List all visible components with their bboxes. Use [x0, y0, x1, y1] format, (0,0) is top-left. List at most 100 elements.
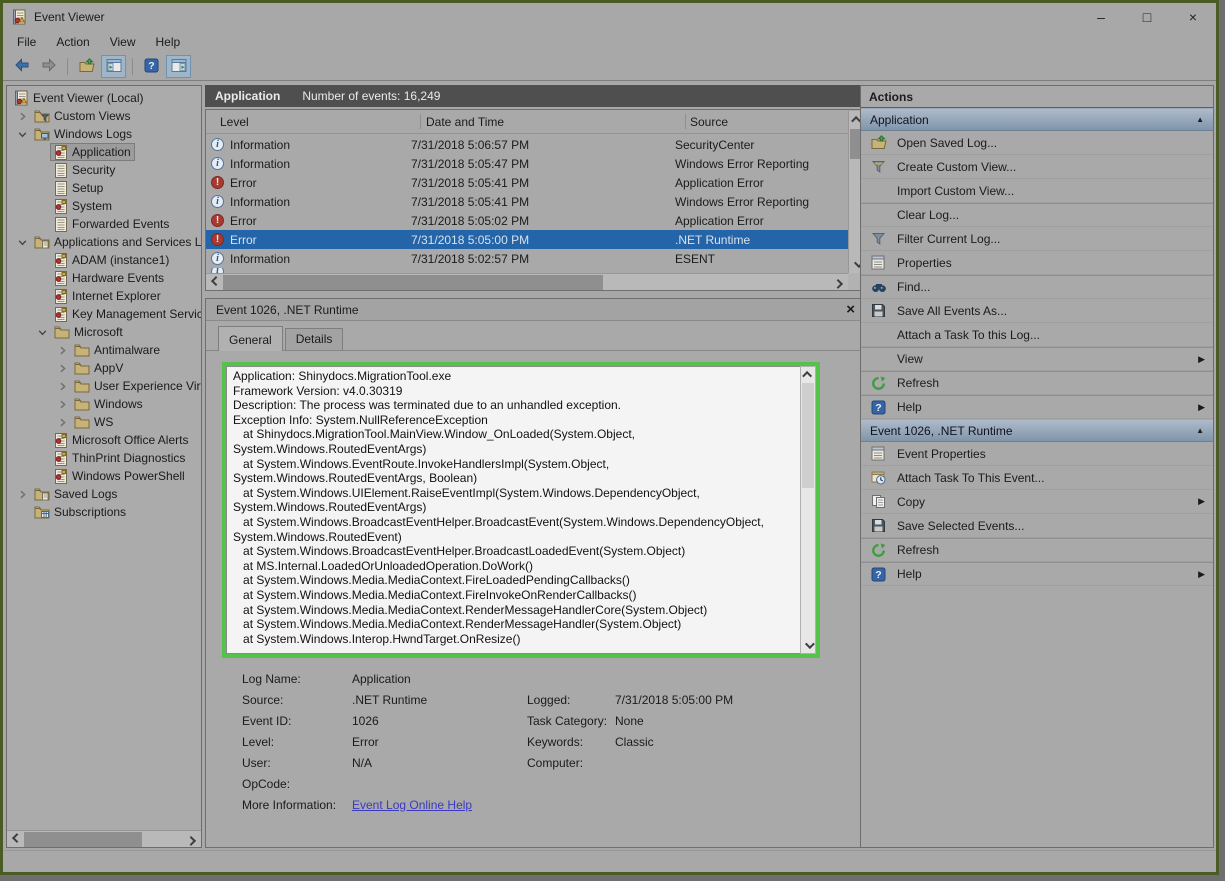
event-row-selected[interactable]: !Error7/31/2018 5:05:00 PM.NET Runtime	[206, 230, 848, 249]
action-find[interactable]: Find...	[861, 275, 1213, 299]
action-clear-log[interactable]: Clear Log...	[861, 203, 1213, 227]
chevron-right-icon[interactable]	[55, 345, 70, 356]
action-save-selected-events[interactable]: Save Selected Events...	[861, 514, 1213, 538]
scroll-right-button[interactable]	[184, 831, 201, 848]
chevron-right-icon[interactable]	[55, 399, 70, 410]
action-copy[interactable]: Copy▶	[861, 490, 1213, 514]
event-list-horizontal-scrollbar[interactable]	[206, 273, 848, 290]
chevron-right-icon[interactable]	[55, 417, 70, 428]
event-row[interactable]: iInformation7/31/2018 5:02:57 PMESENT	[206, 249, 848, 268]
action-view[interactable]: View▶	[861, 347, 1213, 371]
tree-item-subscriptions[interactable]: Subscriptions	[7, 503, 201, 521]
column-header-source[interactable]: Source	[690, 110, 728, 134]
tree-item-applications-and-services-lo[interactable]: Applications and Services Lo	[7, 233, 201, 251]
tree-item-microsoft[interactable]: Microsoft	[7, 323, 201, 341]
tree-item-user-experience-virtua[interactable]: User Experience Virtua	[7, 377, 201, 395]
toolbar-back-arrow-button[interactable]	[9, 55, 34, 78]
tree-item-thinprint-diagnostics[interactable]: ThinPrint Diagnostics	[7, 449, 201, 467]
toolbar-forward-arrow-button[interactable]	[36, 55, 61, 78]
tree-item-windows-logs[interactable]: Windows Logs	[7, 125, 201, 143]
event-row[interactable]: iInformation7/31/2018 5:06:57 PMSecurity…	[206, 135, 848, 154]
collapse-icon[interactable]: ▲	[1196, 426, 1204, 435]
tree-item-system[interactable]: System	[7, 197, 201, 215]
action-filter-current-log[interactable]: Filter Current Log...	[861, 227, 1213, 251]
close-button[interactable]: ×	[1170, 3, 1216, 31]
menu-file[interactable]: File	[7, 32, 46, 52]
action-event-properties[interactable]: Event Properties	[861, 442, 1213, 466]
tree-item-key-management-service[interactable]: Key Management Service	[7, 305, 201, 323]
actions-section-header-event-1026-net-runtime[interactable]: Event 1026, .NET Runtime▲	[861, 419, 1213, 442]
action-create-custom-view[interactable]: Create Custom View...	[861, 155, 1213, 179]
tree-item-hardware-events[interactable]: Hardware Events	[7, 269, 201, 287]
tree-item-custom-views[interactable]: Custom Views	[7, 107, 201, 125]
scroll-left-button[interactable]	[7, 831, 24, 848]
action-save-all-events-as[interactable]: Save All Events As...	[861, 299, 1213, 323]
action-refresh[interactable]: Refresh	[861, 538, 1213, 562]
collapse-icon[interactable]: ▲	[1196, 115, 1204, 124]
actions-section-header-application[interactable]: Application▲	[861, 108, 1213, 131]
chevron-right-icon[interactable]	[55, 363, 70, 374]
tree-item-windows[interactable]: Windows	[7, 395, 201, 413]
tree-item-internet-explorer[interactable]: Internet Explorer	[7, 287, 201, 305]
tab-details[interactable]: Details	[285, 328, 344, 350]
scroll-down-button[interactable]	[801, 638, 815, 653]
action-help[interactable]: ?Help▶	[861, 562, 1213, 586]
toolbar-open-folder-button[interactable]	[74, 55, 99, 78]
column-header-level[interactable]: Level	[220, 110, 249, 134]
action-help[interactable]: ?Help▶	[861, 395, 1213, 419]
scroll-left-button[interactable]	[206, 274, 223, 291]
tree-item-setup[interactable]: Setup	[7, 179, 201, 197]
scroll-right-button[interactable]	[831, 274, 848, 291]
tree-item-label: Custom Views	[54, 109, 130, 123]
menu-action[interactable]: Action	[46, 32, 99, 52]
minimize-button[interactable]: –	[1078, 3, 1124, 31]
event-row[interactable]: !Error7/31/2018 5:05:41 PMApplication Er…	[206, 173, 848, 192]
scrollbar-thumb[interactable]	[802, 383, 814, 488]
field-value: 7/31/2018 5:05:00 PM	[615, 693, 865, 707]
toolbar-console-tree-button[interactable]	[101, 55, 126, 78]
action-attach-a-task-to-this-log[interactable]: Attach a Task To this Log...	[861, 323, 1213, 347]
menu-help[interactable]: Help	[146, 32, 191, 52]
menu-view[interactable]: View	[100, 32, 146, 52]
chevron-down-icon[interactable]	[35, 327, 50, 338]
toolbar-action-pane-button[interactable]	[166, 55, 191, 78]
scrollbar-thumb[interactable]	[223, 275, 603, 290]
tree-item-security[interactable]: Security	[7, 161, 201, 179]
tree-item-event-viewer-local[interactable]: Event Viewer (Local)	[7, 89, 201, 107]
chevron-down-icon[interactable]	[15, 129, 30, 140]
tree-horizontal-scrollbar[interactable]	[7, 830, 201, 847]
scrollbar-thumb[interactable]	[24, 832, 142, 847]
action-attach-task-to-this-event[interactable]: Attach Task To This Event...	[861, 466, 1213, 490]
event-row[interactable]: !Error7/31/2018 5:05:02 PMApplication Er…	[206, 211, 848, 230]
action-properties[interactable]: Properties	[861, 251, 1213, 275]
action-open-saved-log[interactable]: Open Saved Log...	[861, 131, 1213, 155]
column-separator[interactable]	[685, 114, 686, 129]
chevron-right-icon[interactable]	[15, 489, 30, 500]
tree-item-forwarded-events[interactable]: Forwarded Events	[7, 215, 201, 233]
tree-item-antimalware[interactable]: Antimalware	[7, 341, 201, 359]
tree-item-adam-instance1[interactable]: ADAM (instance1)	[7, 251, 201, 269]
action-label: Attach Task To This Event...	[897, 471, 1044, 485]
toolbar-help-button[interactable]: ?	[139, 55, 164, 78]
tab-general[interactable]: General	[218, 326, 283, 351]
event-row[interactable]: iInformation7/31/2018 5:05:41 PMWindows …	[206, 192, 848, 211]
tree-item-saved-logs[interactable]: Saved Logs	[7, 485, 201, 503]
event-log-online-help-link[interactable]: Event Log Online Help	[352, 798, 472, 812]
description-vertical-scrollbar[interactable]	[800, 366, 816, 654]
chevron-right-icon[interactable]	[55, 381, 70, 392]
event-row[interactable]: iInformation7/31/2018 5:05:47 PMWindows …	[206, 154, 848, 173]
tree-item-application[interactable]: Application	[7, 143, 201, 161]
close-icon[interactable]: ×	[846, 301, 855, 318]
tree-item-appv[interactable]: AppV	[7, 359, 201, 377]
column-header-date-and-time[interactable]: Date and Time	[426, 110, 504, 134]
scroll-up-button[interactable]	[801, 367, 815, 382]
chevron-down-icon[interactable]	[15, 237, 30, 248]
tree-item-windows-powershell[interactable]: Windows PowerShell	[7, 467, 201, 485]
action-refresh[interactable]: Refresh	[861, 371, 1213, 395]
chevron-right-icon[interactable]	[15, 111, 30, 122]
tree-item-microsoft-office-alerts[interactable]: Microsoft Office Alerts	[7, 431, 201, 449]
maximize-button[interactable]: □	[1124, 3, 1170, 31]
action-import-custom-view[interactable]: Import Custom View...	[861, 179, 1213, 203]
tree-item-ws[interactable]: WS	[7, 413, 201, 431]
column-separator[interactable]	[420, 114, 421, 129]
